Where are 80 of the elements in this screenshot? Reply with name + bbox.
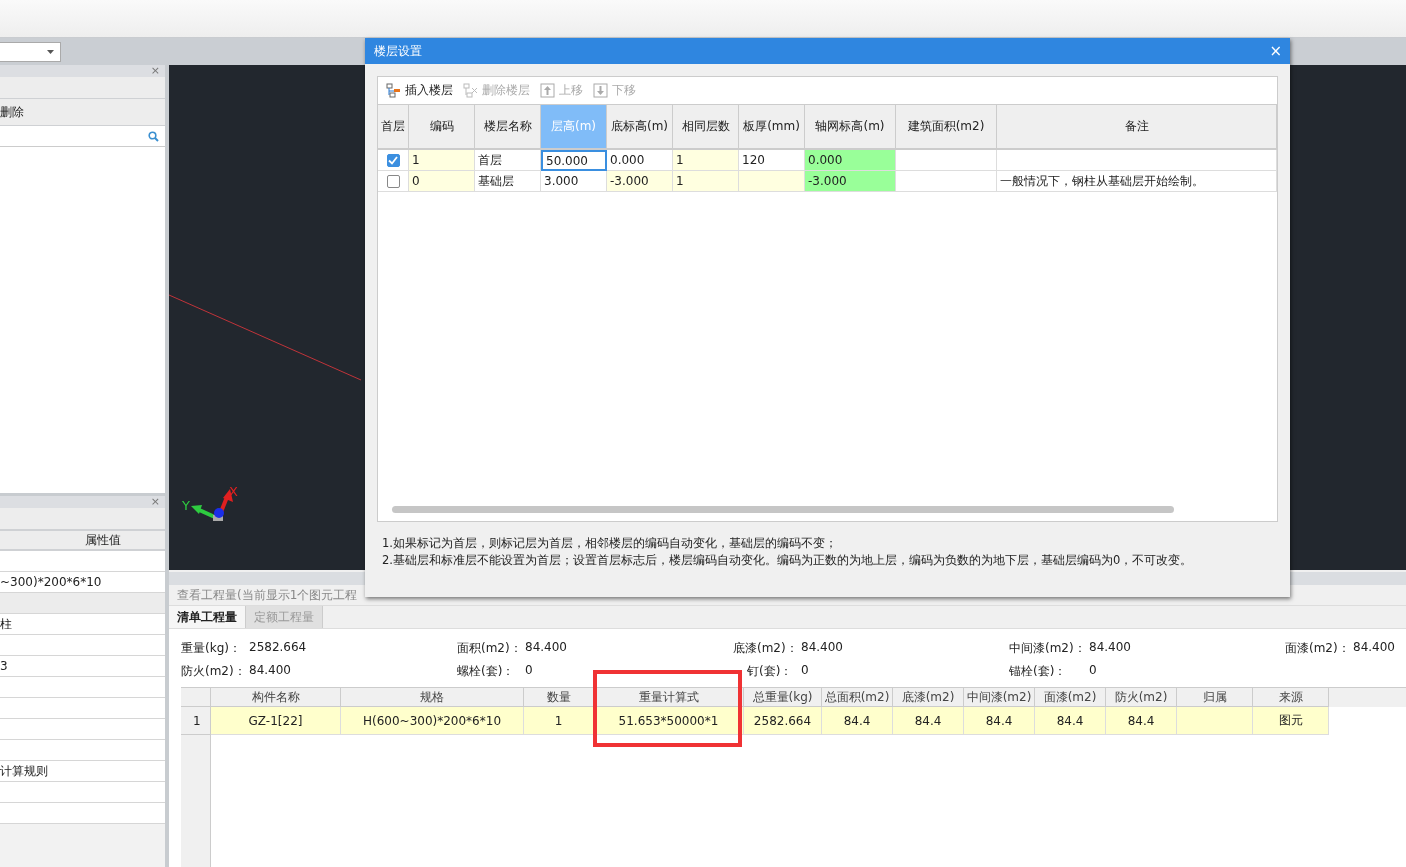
field-label: 面漆(m2)： <box>1285 640 1351 657</box>
search-icon <box>148 130 159 142</box>
note-text: 1.如果标记为首层，则标记层为首层，相邻楼层的编码自动变化，基础层的编码不变； <box>382 536 838 550</box>
field-label: 面积(m2)： <box>457 640 523 657</box>
table-cell: 84.4 <box>964 707 1035 735</box>
table-cell[interactable]: 基础层 <box>475 171 541 192</box>
field-value: 2582.664 <box>249 640 307 656</box>
field-label: 钉(套)： <box>746 663 794 680</box>
field-value: 0 <box>1089 663 1097 679</box>
table-cell: 84.4 <box>893 707 964 735</box>
field-label: 重量(kg)： <box>181 640 242 657</box>
column-header[interactable]: 板厚(mm) <box>739 105 805 150</box>
panel-title: 查看工程量(当前显示1个图元工程 <box>177 586 358 604</box>
table-cell: 1 <box>524 707 594 735</box>
insert-button[interactable]: 插入楼层 <box>382 80 457 101</box>
column-header[interactable]: 相同层数 <box>673 105 739 150</box>
table-cell: 图元 <box>1253 707 1329 735</box>
search-field[interactable] <box>0 126 165 147</box>
checkbox[interactable] <box>386 174 400 188</box>
delete-icon <box>463 83 478 98</box>
column-header[interactable]: 备注 <box>997 105 1277 150</box>
close-icon[interactable]: × <box>1269 42 1282 60</box>
field-value: 84.400 <box>525 640 567 656</box>
field-value: 84.400 <box>1089 640 1131 656</box>
table-cell[interactable]: -3.000 <box>607 171 673 192</box>
delete-label[interactable]: 删除 <box>0 103 24 121</box>
property-value: 3 <box>0 659 8 673</box>
column-header[interactable]: 楼层名称 <box>475 105 541 150</box>
table-cell: 84.4 <box>822 707 893 735</box>
table-cell[interactable]: 首层 <box>475 150 541 171</box>
table-cell[interactable]: 3.000 <box>541 171 607 192</box>
field-value: 0 <box>525 663 533 679</box>
property-value: 柱 <box>0 615 12 633</box>
tab[interactable]: 清单工程量 <box>169 606 246 628</box>
field-value: 84.400 <box>249 663 291 679</box>
table-cell[interactable]: 一般情况下，钢柱从基础层开始绘制。 <box>997 171 1277 192</box>
table-cell: 2582.664 <box>744 707 822 735</box>
table-cell[interactable] <box>896 171 997 192</box>
caret-icon <box>47 49 54 54</box>
table-cell[interactable]: 120 <box>739 150 805 171</box>
table-cell[interactable]: -3.000 <box>805 171 896 192</box>
table-cell[interactable] <box>739 171 805 192</box>
field-value: 84.400 <box>1353 640 1395 656</box>
field-label: 中间漆(m2)： <box>1009 640 1087 657</box>
checkbox[interactable] <box>386 153 400 167</box>
field-label: 底漆(m2)： <box>733 640 799 657</box>
column-header[interactable]: 首层 <box>378 105 409 150</box>
column-header[interactable]: 编码 <box>409 105 475 150</box>
field-value: 0 <box>801 663 809 679</box>
table-cell[interactable]: 1 <box>409 150 475 171</box>
table-cell[interactable]: 0.000 <box>607 150 673 171</box>
property-value: 计算规则 <box>0 762 48 780</box>
column-header[interactable]: 底标高(m) <box>607 105 673 150</box>
table-cell[interactable]: 1 <box>673 150 739 171</box>
dialog-title: 楼层设置 <box>374 42 422 60</box>
table-cell: 84.4 <box>1106 707 1177 735</box>
column-header: 属性值 <box>84 531 121 549</box>
column-header[interactable]: 建筑面积(m2) <box>896 105 997 150</box>
field-value: 84.400 <box>801 640 843 656</box>
row-number: 1 <box>181 707 211 735</box>
property-value: ~300)*200*6*10 <box>0 575 102 589</box>
table-cell: H(600~300)*200*6*10 <box>341 707 524 735</box>
table-cell: 51.653*50000*1 <box>594 707 744 735</box>
table-cell[interactable]: 0.000 <box>805 150 896 171</box>
field-label: 锚栓(套)： <box>1009 663 1068 680</box>
table-cell: GZ-1[22] <box>211 707 341 735</box>
column-header[interactable]: 轴网标高(m) <box>805 105 896 150</box>
table-cell[interactable] <box>896 150 997 171</box>
field-label: 防火(m2)： <box>181 663 247 680</box>
table-cell: 84.4 <box>1035 707 1106 735</box>
table-cell[interactable]: 50.000 <box>541 150 607 171</box>
insert-icon <box>386 83 401 98</box>
dropdown-field[interactable] <box>0 41 61 62</box>
table-cell[interactable]: 0 <box>409 171 475 192</box>
axis-label: Y <box>182 498 190 513</box>
field-label: 螺栓(套)： <box>457 663 516 680</box>
table-cell[interactable]: 1 <box>673 171 739 192</box>
note-text: 2.基础层和标准层不能设置为首层；设置首层标志后，楼层编码自动变化。编码为正数的为地上层，编码为负数的为地下层，基础层编码为0，不可改变。 <box>382 553 1194 567</box>
scrollbar-thumb[interactable] <box>392 506 1174 513</box>
table-cell[interactable] <box>997 150 1277 171</box>
